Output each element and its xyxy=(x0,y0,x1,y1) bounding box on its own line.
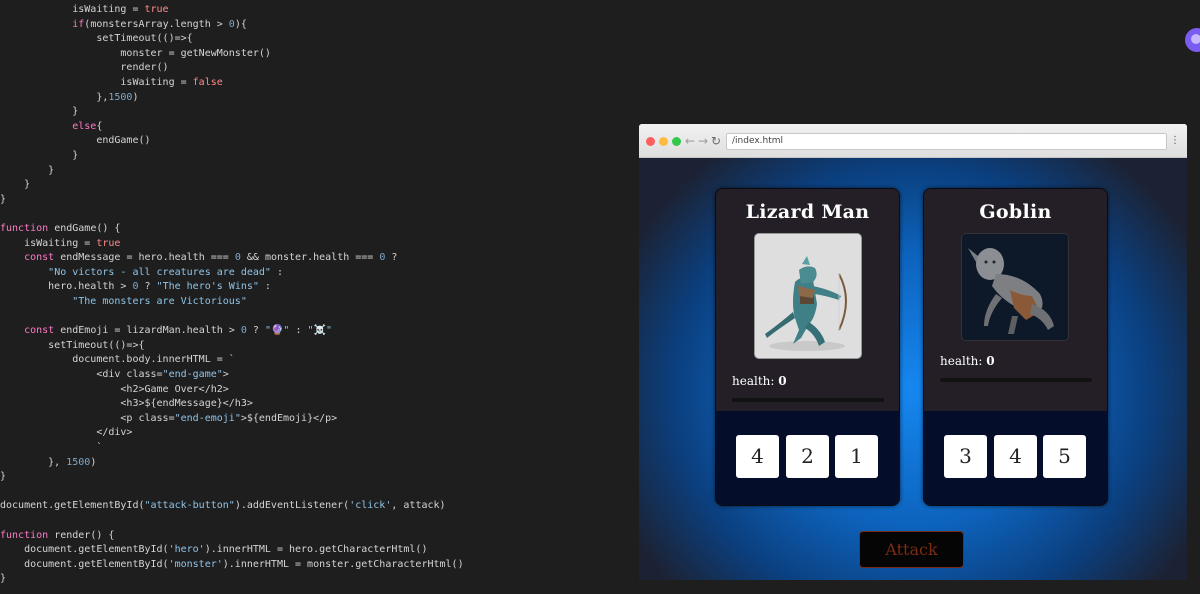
monster-health-label: health: 0 xyxy=(940,354,995,368)
code-line[interactable]: if(monstersArray.length > 0){ xyxy=(0,17,247,32)
monster-name: Goblin xyxy=(979,201,1052,223)
hero-dice-1: 4 xyxy=(736,435,779,478)
monster-dice-2: 4 xyxy=(994,435,1037,478)
code-line[interactable]: "The monsters are Victorious" xyxy=(0,294,247,309)
code-line[interactable]: document.getElementById('hero').innerHTM… xyxy=(0,542,427,557)
code-line[interactable]: } xyxy=(0,192,6,207)
monster-health-bar xyxy=(940,378,1092,382)
code-line[interactable]: } xyxy=(0,163,54,178)
code-line[interactable]: <h2>Game Over</h2> xyxy=(0,382,228,397)
code-line[interactable]: endGame() xyxy=(0,133,150,148)
browser-menu-icon[interactable]: ⋮ xyxy=(1170,134,1180,148)
reload-icon[interactable]: ↻ xyxy=(711,132,721,150)
code-line[interactable]: ` xyxy=(0,440,102,455)
code-line[interactable]: <div class="end-game"> xyxy=(0,367,228,382)
hero-health-label: health: 0 xyxy=(732,374,787,388)
hero-health-value: 0 xyxy=(778,374,787,388)
hero-card: Lizard Man health: 0 4 2 1 xyxy=(715,188,900,506)
hero-dice-2: 2 xyxy=(786,435,829,478)
code-line[interactable]: "No victors - all creatures are dead" : xyxy=(0,265,283,280)
code-line[interactable]: hero.health > 0 ? "The hero's Wins" : xyxy=(0,279,271,294)
code-line[interactable]: }, 1500) xyxy=(0,455,96,470)
code-line[interactable]: isWaiting = true xyxy=(0,2,168,17)
code-line[interactable]: isWaiting = true xyxy=(0,236,120,251)
hero-dice-3: 1 xyxy=(835,435,878,478)
lizard-man-image xyxy=(755,234,861,358)
hero-name: Lizard Man xyxy=(745,201,870,223)
monster-dice-1: 3 xyxy=(944,435,987,478)
code-line[interactable]: } xyxy=(0,469,6,484)
code-line[interactable]: setTimeout(()=>{ xyxy=(0,338,144,353)
forward-arrow-icon[interactable]: → xyxy=(698,132,708,150)
hero-health-bar xyxy=(732,398,884,402)
address-bar[interactable]: /index.html xyxy=(726,133,1167,150)
code-line[interactable]: monster = getNewMonster() xyxy=(0,46,271,61)
code-line[interactable]: setTimeout(()=>{ xyxy=(0,31,192,46)
chat-avatar-icon[interactable] xyxy=(1185,28,1200,52)
goblin-portrait xyxy=(961,233,1069,341)
browser-toolbar: ← → ↻ /index.html ⋮ xyxy=(639,124,1187,158)
code-line[interactable]: } xyxy=(0,177,30,192)
code-line[interactable]: </div> xyxy=(0,425,132,440)
monster-health-value: 0 xyxy=(986,354,995,368)
monster-card: Goblin health: 0 3 4 5 xyxy=(923,188,1108,506)
game-viewport: Lizard Man health: 0 4 2 1 Goblin health… xyxy=(639,158,1187,580)
code-line[interactable]: isWaiting = false xyxy=(0,75,222,90)
code-line[interactable]: const endMessage = hero.health === 0 && … xyxy=(0,250,397,265)
code-line[interactable]: } xyxy=(0,148,78,163)
code-line[interactable]: <p class="end-emoji">${endEmoji}</p> xyxy=(0,411,337,426)
code-line[interactable]: },1500) xyxy=(0,90,138,105)
code-line[interactable]: function endGame() { xyxy=(0,221,120,236)
maximize-window-icon[interactable] xyxy=(672,137,681,146)
code-line[interactable]: else{ xyxy=(0,119,102,134)
browser-preview-window: ← → ↻ /index.html ⋮ Lizard Man health: 0… xyxy=(639,124,1187,580)
code-line[interactable]: document.getElementById("attack-button")… xyxy=(0,498,446,513)
code-line[interactable]: <h3>${endMessage}</h3> xyxy=(0,396,252,411)
lizard-man-portrait xyxy=(754,233,862,359)
code-line[interactable]: } xyxy=(0,571,6,586)
code-line[interactable]: } xyxy=(0,104,78,119)
code-line[interactable]: const endEmoji = lizardMan.health > 0 ? … xyxy=(0,323,332,338)
code-line[interactable]: render() xyxy=(0,60,168,75)
code-line[interactable]: function render() { xyxy=(0,528,114,543)
minimize-window-icon[interactable] xyxy=(659,137,668,146)
code-editor[interactable]: isWaiting = true if(monstersArray.length… xyxy=(0,0,636,594)
goblin-image xyxy=(962,234,1068,340)
monster-dice-3: 5 xyxy=(1043,435,1086,478)
close-window-icon[interactable] xyxy=(646,137,655,146)
back-arrow-icon[interactable]: ← xyxy=(685,132,695,150)
attack-button[interactable]: Attack xyxy=(859,531,964,568)
code-line[interactable]: document.body.innerHTML = ` xyxy=(0,352,235,367)
code-line[interactable]: document.getElementById('monster').inner… xyxy=(0,557,464,572)
